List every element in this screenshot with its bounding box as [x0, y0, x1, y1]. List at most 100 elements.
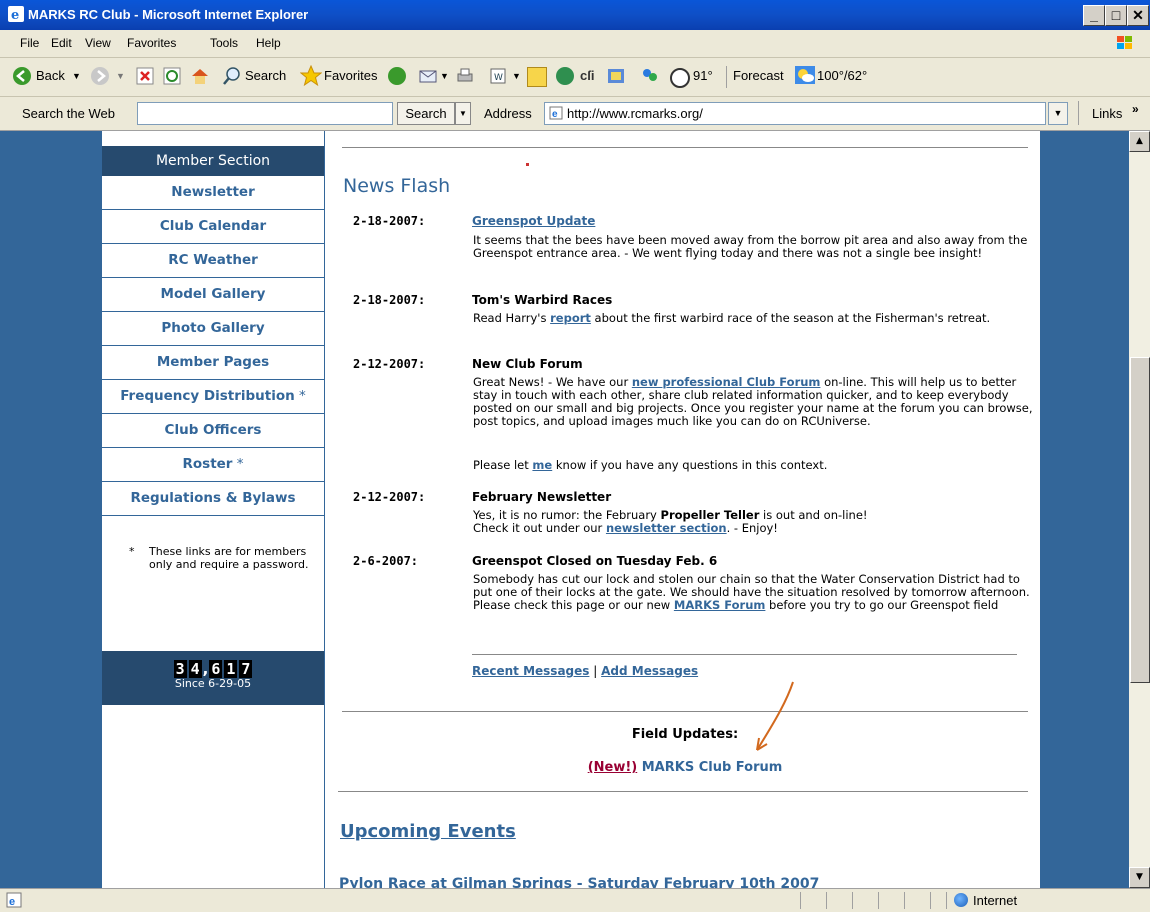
media-icon[interactable]: [606, 66, 626, 86]
decorative-dot: [526, 163, 529, 166]
search-dropdown-icon[interactable]: ▼: [455, 102, 471, 125]
contact-me-link[interactable]: me: [532, 458, 552, 472]
news-date: 2-18-2007:: [353, 214, 426, 228]
menu-tools[interactable]: Tools: [210, 36, 238, 50]
menu-help[interactable]: Help: [256, 36, 281, 50]
weather-icon[interactable]: [670, 68, 690, 88]
separator: |: [593, 664, 598, 678]
add-messages-link[interactable]: Add Messages: [601, 664, 698, 678]
field-updates-heading: Field Updates:: [631, 727, 739, 742]
news-title: Greenspot Closed on Tuesday Feb. 6: [472, 554, 718, 568]
search-icon[interactable]: [222, 66, 242, 86]
members-only-star: *: [232, 456, 244, 472]
club-forum-link[interactable]: new professional Club Forum: [632, 375, 821, 389]
nav-label: Photo Gallery: [161, 320, 265, 336]
print-icon[interactable]: [455, 66, 475, 86]
members-only-star: *: [294, 388, 306, 404]
scroll-down-icon[interactable]: ▼: [1129, 867, 1150, 888]
sidebar-item-frequency-distribution[interactable]: Frequency Distribution *: [102, 380, 324, 414]
news-text: Read Harry's report about the first warb…: [473, 312, 1033, 325]
upcoming-events-heading[interactable]: Upcoming Events: [340, 821, 516, 842]
sidebar-item-club-officers[interactable]: Club Officers: [102, 414, 324, 448]
maximize-button[interactable]: □: [1105, 5, 1127, 26]
menu-favorites[interactable]: Favorites: [127, 36, 176, 50]
field-divider: [342, 711, 1028, 712]
sidebar-item-member-pages[interactable]: Member Pages: [102, 346, 324, 380]
address-label: Address: [484, 106, 532, 121]
back-dropdown-icon[interactable]: ▼: [72, 71, 81, 81]
history-icon[interactable]: [388, 67, 406, 85]
news-date: 2-6-2007:: [353, 554, 419, 568]
note-star: *: [129, 545, 135, 558]
links-button[interactable]: Links: [1092, 106, 1122, 121]
sidebar-item-newsletter[interactable]: Newsletter: [102, 176, 324, 210]
address-url: http://www.rcmarks.org/: [567, 106, 703, 121]
messenger-icon[interactable]: [556, 67, 574, 85]
sidebar-item-photo-gallery[interactable]: Photo Gallery: [102, 312, 324, 346]
edit-icon[interactable]: W: [488, 66, 508, 86]
note-text: These links are for members only and req…: [149, 545, 309, 571]
sidebar-item-regulations-bylaws[interactable]: Regulations & Bylaws: [102, 482, 324, 516]
text-part: know if you have any questions in this c…: [552, 458, 828, 472]
page-icon: e: [549, 106, 563, 120]
address-dropdown-icon[interactable]: ▼: [1048, 102, 1068, 125]
mail-icon[interactable]: [418, 66, 438, 86]
search-button[interactable]: Search: [245, 68, 286, 83]
page-status-icon: e: [6, 892, 22, 908]
sidebar-item-model-gallery[interactable]: Model Gallery: [102, 278, 324, 312]
people-icon[interactable]: [640, 66, 660, 86]
status-separator: [904, 892, 905, 909]
status-separator: [826, 892, 827, 909]
news-flash-heading: News Flash: [343, 175, 451, 197]
back-arrow-icon[interactable]: [12, 66, 32, 86]
edit-dropdown-icon[interactable]: ▼: [512, 71, 521, 81]
home-icon[interactable]: [190, 66, 210, 86]
back-button[interactable]: Back: [36, 68, 65, 83]
scroll-thumb[interactable]: [1130, 357, 1150, 683]
report-link[interactable]: report: [550, 311, 591, 325]
news-date: 2-12-2007:: [353, 490, 426, 504]
vertical-scrollbar[interactable]: ▲ ▼: [1129, 131, 1150, 888]
search-web-input[interactable]: [137, 102, 393, 125]
favorites-star-icon[interactable]: [299, 64, 323, 87]
svg-text:e: e: [9, 896, 15, 908]
menu-edit[interactable]: Edit: [51, 36, 72, 50]
upcoming-event-link[interactable]: Pylon Race at Gilman Springs - Saturday …: [339, 876, 819, 888]
address-input[interactable]: e http://www.rcmarks.org/: [544, 102, 1046, 125]
search-web-label: Search the Web: [22, 106, 115, 121]
counter-digit: 3: [173, 660, 187, 678]
nav-label: Model Gallery: [160, 286, 266, 302]
favorites-button[interactable]: Favorites: [324, 68, 377, 83]
forecast-button[interactable]: Forecast: [733, 68, 784, 83]
research-icon[interactable]: cſi: [580, 68, 594, 83]
folder-icon[interactable]: [527, 67, 547, 87]
sidebar-item-rc-weather[interactable]: RC Weather: [102, 244, 324, 278]
sidebar-item-club-calendar[interactable]: Club Calendar: [102, 210, 324, 244]
recent-messages-link[interactable]: Recent Messages: [472, 664, 589, 678]
scroll-up-icon[interactable]: ▲: [1129, 131, 1150, 152]
marks-club-forum-link[interactable]: MARKS Club Forum: [642, 760, 783, 775]
page-viewport: Member Section Newsletter Club Calendar …: [0, 131, 1129, 888]
refresh-icon[interactable]: [163, 67, 181, 85]
newsletter-section-link[interactable]: newsletter section: [606, 521, 727, 535]
status-separator: [800, 892, 801, 909]
propeller-teller-bold: Propeller Teller: [660, 508, 760, 522]
annotation-arrow-icon: [747, 678, 797, 758]
menu-file[interactable]: File: [20, 36, 39, 50]
sidebar-item-roster[interactable]: Roster *: [102, 448, 324, 482]
svg-text:e: e: [552, 109, 558, 120]
close-button[interactable]: ✕: [1127, 5, 1149, 26]
stop-icon[interactable]: [136, 67, 154, 85]
forward-arrow-icon[interactable]: [90, 66, 110, 86]
search-web-button[interactable]: Search: [397, 102, 455, 125]
news-text: Yes, it is no rumor: the February Propel…: [473, 509, 1033, 535]
marks-forum-link[interactable]: MARKS Forum: [674, 598, 766, 612]
minimize-button[interactable]: _: [1083, 5, 1105, 26]
news-title-link[interactable]: Greenspot Update: [472, 214, 595, 228]
mail-dropdown-icon[interactable]: ▼: [440, 71, 449, 81]
text-part: is out and on-line!: [759, 508, 868, 522]
links-chevron-icon[interactable]: »: [1132, 102, 1139, 116]
menu-view[interactable]: View: [85, 36, 111, 50]
new-tag[interactable]: (New!): [588, 760, 638, 775]
forward-dropdown-icon[interactable]: ▼: [116, 71, 125, 81]
